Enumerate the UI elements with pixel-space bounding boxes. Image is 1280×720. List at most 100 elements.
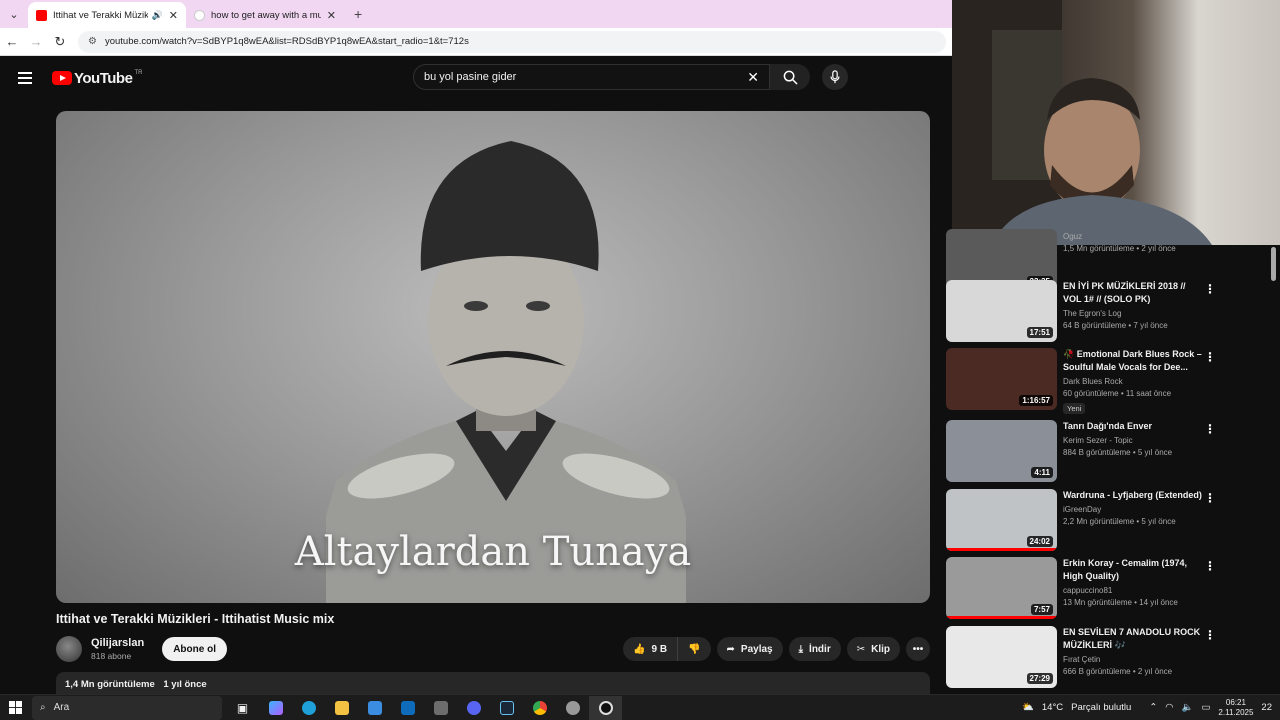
new-tab-icon[interactable]: + [354, 6, 362, 22]
more-options-icon[interactable]: ⋮ [1204, 491, 1216, 505]
tab-search-button[interactable]: ⌄ [4, 4, 24, 24]
recommendation-title[interactable]: EN SEVİLEN 7 ANADOLU ROCK MÜZİKLERİ 🎶 [1063, 626, 1203, 652]
speaker-icon[interactable]: 🔊 [152, 10, 163, 21]
chrome-icon[interactable] [523, 696, 556, 720]
steam-icon[interactable] [490, 696, 523, 720]
clock-time: 06:21 [1225, 697, 1246, 707]
recommendation-views: 666 B görüntüleme • 2 yıl önce [1063, 667, 1173, 676]
search-input[interactable]: bu yol pasine gider ✕ [413, 64, 770, 90]
recommendation-views: 13 Mn görüntüleme • 14 yıl önce [1063, 598, 1178, 607]
channel-avatar[interactable] [56, 636, 82, 662]
tab-youtube[interactable]: Ittihat ve Terakki Müzikleri 🔊 ✕ [28, 2, 186, 28]
forward-arrow-icon[interactable]: → [24, 34, 48, 49]
video-thumbnail[interactable]: 7:57 [946, 557, 1057, 619]
video-owner-row: Qilijarslan 818 abone Abone ol 👍 9 B 👎 ➦… [56, 634, 930, 664]
more-options-icon[interactable]: ⋮ [1204, 350, 1216, 364]
recommendation-item[interactable]: 27:29 EN SEVİLEN 7 ANADOLU ROCK MÜZİKLERİ… [946, 626, 1266, 690]
battery-icon[interactable]: ▭ [1201, 702, 1210, 713]
recommendation-item[interactable]: 4:11 Tanrı Dağı'nda Enver Kerim Sezer - To… [946, 420, 1266, 484]
back-arrow-icon[interactable]: ← [0, 34, 24, 49]
share-button[interactable]: ➦ Paylaş [716, 637, 783, 661]
chevron-up-icon[interactable]: ⌃ [1149, 702, 1157, 713]
recommendation-item[interactable]: 1:16:57 🥀 Emotional Dark Blues Rock – Sou… [946, 348, 1266, 414]
notification-count[interactable]: 22 [1261, 702, 1272, 713]
url-input[interactable]: ⚙ youtube.com/watch?v=SdBYP1q8wEA&list=R… [78, 30, 946, 53]
scrollbar[interactable] [1271, 247, 1276, 281]
recommendation-meta: Erkin Koray - Cemalim (1974, High Qualit… [1063, 557, 1203, 607]
google-favicon-icon [194, 9, 205, 21]
more-options-icon[interactable]: ⋮ [1204, 559, 1216, 573]
description-box[interactable]: 1,4 Mn görüntüleme 1 yıl önce [56, 672, 930, 696]
copilot-icon[interactable] [259, 696, 292, 720]
dislike-button[interactable]: 👎 [678, 637, 711, 661]
site-info-icon[interactable]: ⚙ [88, 36, 97, 47]
task-view-icon[interactable]: ▣ [226, 696, 259, 720]
recommendation-item[interactable]: 7:57 Erkin Koray - Cemalim (1974, High Qu… [946, 557, 1266, 621]
recommendation-title[interactable]: Wardruna - Lyfjaberg (Extended) [1063, 489, 1203, 502]
video-thumbnail[interactable]: 4:11 [946, 420, 1057, 482]
tab-title: Ittihat ve Terakki Müzikleri [53, 9, 148, 21]
more-options-icon[interactable]: ⋮ [1204, 282, 1216, 296]
clip-button[interactable]: ✂ Klip [846, 637, 900, 661]
close-tab-icon[interactable]: ✕ [169, 9, 178, 22]
recommendation-meta: EN İYİ PK MÜZİKLERİ 2018 // VOL 1# // (S… [1063, 280, 1203, 330]
more-options-icon[interactable]: ⋮ [1204, 628, 1216, 642]
weather-desc[interactable]: Parçalı bulutlu [1071, 702, 1131, 713]
file-explorer-icon[interactable] [325, 696, 358, 720]
discord-icon[interactable] [457, 696, 490, 720]
clock[interactable]: 06:21 2.11.2025 [1218, 698, 1253, 718]
recommendation-title[interactable]: EN İYİ PK MÜZİKLERİ 2018 // VOL 1# // (S… [1063, 280, 1203, 306]
recommendation-item[interactable]: 24:02 Wardruna - Lyfjaberg (Extended) iGre… [946, 489, 1266, 553]
recommendation-channel[interactable]: The Egron's Log [1063, 309, 1203, 318]
search-icon [783, 70, 798, 85]
download-icon: ⤓ [798, 643, 804, 655]
recommendation-channel[interactable]: cappuccino81 [1063, 586, 1203, 595]
menu-icon[interactable] [18, 69, 32, 87]
like-button[interactable]: 👍 9 B [623, 637, 679, 661]
recommendation-title[interactable]: Tanrı Dağı'nda Enver [1063, 420, 1203, 433]
subscribe-button[interactable]: Abone ol [162, 637, 227, 661]
reload-icon[interactable]: ↻ [48, 34, 72, 50]
recommendation-channel[interactable]: Kerim Sezer - Topic [1063, 436, 1203, 445]
app-icon[interactable] [424, 696, 457, 720]
recommendation-channel[interactable]: Dark Blues Rock [1063, 377, 1203, 386]
recommendation-channel[interactable]: Fırat Çetin [1063, 655, 1203, 664]
volume-icon[interactable]: 🔈 [1182, 702, 1194, 713]
tab-google[interactable]: how to get away with a murder ✕ [186, 2, 344, 28]
channel-name[interactable]: Qilijarslan [91, 637, 144, 649]
video-thumbnail[interactable]: 1:16:57 [946, 348, 1057, 410]
voice-search-button[interactable] [822, 64, 848, 90]
search-button[interactable] [770, 64, 810, 90]
more-options-icon[interactable]: ⋮ [1204, 422, 1216, 436]
video-thumbnail[interactable]: 24:02 [946, 489, 1057, 551]
more-actions-button[interactable]: ••• [906, 637, 930, 661]
video-title: Ittihat ve Terakki Müzikleri - Ittihatis… [56, 612, 335, 626]
start-button[interactable] [0, 701, 30, 714]
close-tab-icon[interactable]: ✕ [327, 9, 336, 22]
recommendations-list: 23:35Oguz1,5 Mn görüntüleme • 2 yıl önce… [946, 229, 1280, 690]
recommendation-title[interactable]: Erkin Koray - Cemalim (1974, High Qualit… [1063, 557, 1203, 583]
recommendation-item[interactable]: 17:51 EN İYİ PK MÜZİKLERİ 2018 // VOL 1# … [946, 280, 1266, 344]
recommendation-title[interactable]: 🥀 Emotional Dark Blues Rock – Soulful Ma… [1063, 348, 1203, 374]
wifi-icon[interactable]: ◠ [1165, 702, 1173, 713]
download-button[interactable]: ⤓ İndir [788, 637, 841, 661]
taskbar-search-label: Ara [53, 702, 70, 713]
obs-icon[interactable] [589, 695, 622, 720]
recommendation-channel[interactable]: Oguz [1063, 232, 1203, 241]
recommendation-channel[interactable]: iGreenDay [1063, 505, 1203, 514]
edge-icon[interactable] [292, 696, 325, 720]
store-icon[interactable] [358, 696, 391, 720]
youtube-logo[interactable]: YouTube TR [52, 70, 142, 87]
clear-search-icon[interactable]: ✕ [747, 69, 759, 86]
duration-badge: 7:57 [1030, 604, 1053, 615]
video-thumbnail[interactable]: 17:51 [946, 280, 1057, 342]
windows-icon [8, 701, 22, 714]
app-icon[interactable] [556, 696, 589, 720]
outlook-icon[interactable] [391, 696, 424, 720]
tab-title: how to get away with a murder [211, 9, 321, 21]
taskbar-search[interactable]: ⌕ Ara [32, 695, 222, 720]
weather-icon[interactable]: ⛅ [1022, 702, 1034, 713]
video-thumbnail[interactable]: 27:29 [946, 626, 1057, 688]
weather-temp[interactable]: 14°C [1042, 702, 1063, 713]
video-player[interactable]: Altaylardan Tunaya [56, 111, 930, 603]
